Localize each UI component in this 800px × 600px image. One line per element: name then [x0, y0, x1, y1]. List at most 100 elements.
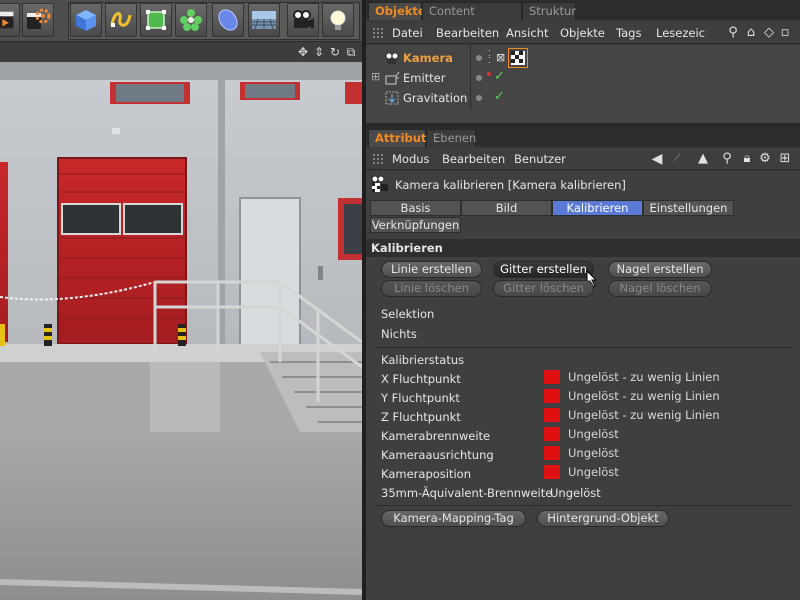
- rotate-view-icon[interactable]: ↻: [328, 45, 342, 59]
- viewport-header: ✥ ⇕ ↻ ⧉: [0, 42, 362, 62]
- status-indicator: [544, 389, 560, 403]
- maximize-view-icon[interactable]: ⧉: [344, 45, 358, 59]
- separator: [374, 347, 794, 348]
- calibration-tag-icon[interactable]: [508, 48, 528, 68]
- subdivision-icon[interactable]: [140, 3, 172, 37]
- menu-bearbeiten[interactable]: Bearbeiten: [436, 26, 499, 40]
- spline-icon[interactable]: [105, 3, 137, 37]
- status-value: Ungelöst - zu wenig Linien: [568, 408, 720, 422]
- kamera-mapping-tag-button[interactable]: Kamera-Mapping-Tag: [381, 510, 526, 527]
- protection-tag-icon[interactable]: ⊠: [496, 51, 505, 64]
- visibility-dot[interactable]: [476, 95, 482, 101]
- back-arrow-icon[interactable]: ◀: [650, 151, 664, 167]
- hintergrund-objekt-button[interactable]: Hintergrund-Objekt: [537, 510, 669, 527]
- tab-attribute[interactable]: Attribute: [368, 129, 434, 147]
- status-label-x: X Fluchtpunkt: [381, 372, 461, 386]
- section-header: Kalibrieren: [366, 239, 800, 257]
- light-icon[interactable]: [322, 3, 354, 37]
- linie-erstellen-button[interactable]: Linie erstellen: [381, 261, 482, 278]
- render-settings-icon[interactable]: [22, 3, 54, 37]
- camera-icon[interactable]: [287, 3, 319, 37]
- object-name: Kamera: [403, 51, 453, 65]
- menu-tags[interactable]: Tags: [616, 26, 641, 40]
- gitter-loeschen-button[interactable]: Gitter löschen: [493, 280, 594, 297]
- object-manager-menu: Datei Bearbeiten Ansicht Objekte Tags Le…: [366, 22, 800, 44]
- render-dot[interactable]: [487, 72, 491, 76]
- status-indicator: [544, 427, 560, 441]
- tab-objekte[interactable]: Objekte: [368, 2, 426, 20]
- tab-basis[interactable]: Basis: [370, 200, 461, 216]
- up-arrow-icon[interactable]: ▲: [696, 151, 710, 167]
- panel-grip-icon[interactable]: [372, 153, 384, 165]
- status-indicator: [544, 370, 560, 384]
- menu-ansicht[interactable]: Ansicht: [506, 26, 548, 40]
- layer-dots-icon[interactable]: ⁚ ⁚: [488, 50, 496, 65]
- nagel-erstellen-button[interactable]: Nagel erstellen: [608, 261, 712, 278]
- cube-icon[interactable]: [70, 3, 102, 37]
- visibility-dot[interactable]: [476, 55, 482, 61]
- cloner-icon[interactable]: [175, 3, 207, 37]
- menu-objekte[interactable]: Objekte: [560, 26, 605, 40]
- settings-icon[interactable]: ⚙: [758, 151, 772, 167]
- linie-loeschen-button[interactable]: Linie löschen: [381, 280, 482, 297]
- tab-einstellungen[interactable]: Einstellungen: [643, 200, 734, 216]
- equiv-label: 35mm-Äquivalent-Brennweite: [381, 486, 553, 500]
- menu-bearbeiten[interactable]: Bearbeiten: [442, 152, 505, 166]
- enabled-check-icon[interactable]: ✓: [494, 89, 505, 104]
- object-name: Emitter: [403, 71, 446, 85]
- enabled-check-icon[interactable]: ✓: [494, 69, 505, 84]
- search-icon[interactable]: ⚲: [720, 151, 734, 167]
- panel-grip-icon[interactable]: [372, 27, 384, 39]
- dolly-view-icon[interactable]: ⇕: [312, 45, 326, 59]
- equiv-value: Ungelöst: [550, 486, 601, 500]
- viewport[interactable]: ✥ ⇕ ↻ ⧉: [0, 42, 362, 600]
- status-label-y: Y Fluchtpunkt: [381, 391, 460, 405]
- play-clapper-icon[interactable]: [0, 3, 20, 37]
- object-list: Kamera ⁚ ⁚ ⊠ ⊞ Emitter ✓ Gravitation ✓: [366, 45, 800, 123]
- expand-icon[interactable]: ⊞: [371, 70, 380, 83]
- attribute-manager-tabs: Attribute Ebenen: [366, 127, 800, 147]
- camera-object-icon: [385, 52, 399, 64]
- tab-ebenen[interactable]: Ebenen: [426, 129, 476, 147]
- floor-icon[interactable]: [248, 3, 280, 37]
- separator: [374, 505, 794, 506]
- move-view-icon[interactable]: ✥: [296, 45, 310, 59]
- forward-arrow-icon[interactable]: ⟋: [670, 151, 684, 167]
- list-item[interactable]: ⊞ Emitter ✓: [366, 68, 800, 88]
- selection-value: Nichts: [381, 327, 417, 341]
- new-window-icon[interactable]: ⊞: [778, 151, 792, 167]
- search-icon[interactable]: ⚲: [726, 25, 740, 41]
- tab-bild[interactable]: Bild: [461, 200, 552, 216]
- tab-struktur[interactable]: Struktur: [522, 2, 576, 20]
- menu-datei[interactable]: Datei: [392, 26, 423, 40]
- status-label-position: Kameraposition: [381, 467, 471, 481]
- status-indicator: [544, 465, 560, 479]
- nagel-loeschen-button[interactable]: Nagel löschen: [608, 280, 712, 297]
- gitter-erstellen-button[interactable]: Gitter erstellen: [493, 261, 594, 278]
- eye-icon[interactable]: ◇: [762, 25, 776, 41]
- list-item[interactable]: Kamera ⁚ ⁚ ⊠: [366, 48, 800, 68]
- status-value: Ungelöst: [568, 465, 619, 479]
- gravity-object-icon: [385, 91, 399, 105]
- status-label-focal: Kamerabrennweite: [381, 429, 491, 443]
- new-window-icon[interactable]: ▫: [778, 25, 792, 41]
- visibility-dot[interactable]: [476, 75, 482, 81]
- status-label-orientation: Kameraausrichtung: [381, 448, 494, 462]
- section-title: Kalibrieren: [371, 241, 443, 255]
- menu-benutzer[interactable]: Benutzer: [514, 152, 566, 166]
- tab-verknuepfungen[interactable]: Verknüpfungen: [370, 217, 461, 233]
- home-icon[interactable]: ⌂: [744, 25, 758, 41]
- deformer-icon[interactable]: [212, 3, 244, 37]
- status-value: Ungelöst: [568, 427, 619, 441]
- status-value: Ungelöst - zu wenig Linien: [568, 370, 720, 384]
- object-name: Gravitation: [403, 91, 468, 105]
- menu-lesezeichen[interactable]: Lesezeic: [656, 26, 705, 40]
- tab-kalibrieren[interactable]: Kalibrieren: [552, 200, 643, 216]
- lock-icon[interactable]: 🔒︎: [740, 151, 754, 167]
- list-item[interactable]: Gravitation ✓: [366, 88, 800, 108]
- tab-content-browser[interactable]: Content Browser: [422, 2, 522, 35]
- menu-modus[interactable]: Modus: [392, 152, 430, 166]
- attribute-panel: Kamera kalibrieren [Kamera kalibrieren] …: [366, 171, 800, 600]
- status-header: Kalibrierstatus: [381, 353, 465, 367]
- status-value: Ungelöst: [568, 446, 619, 460]
